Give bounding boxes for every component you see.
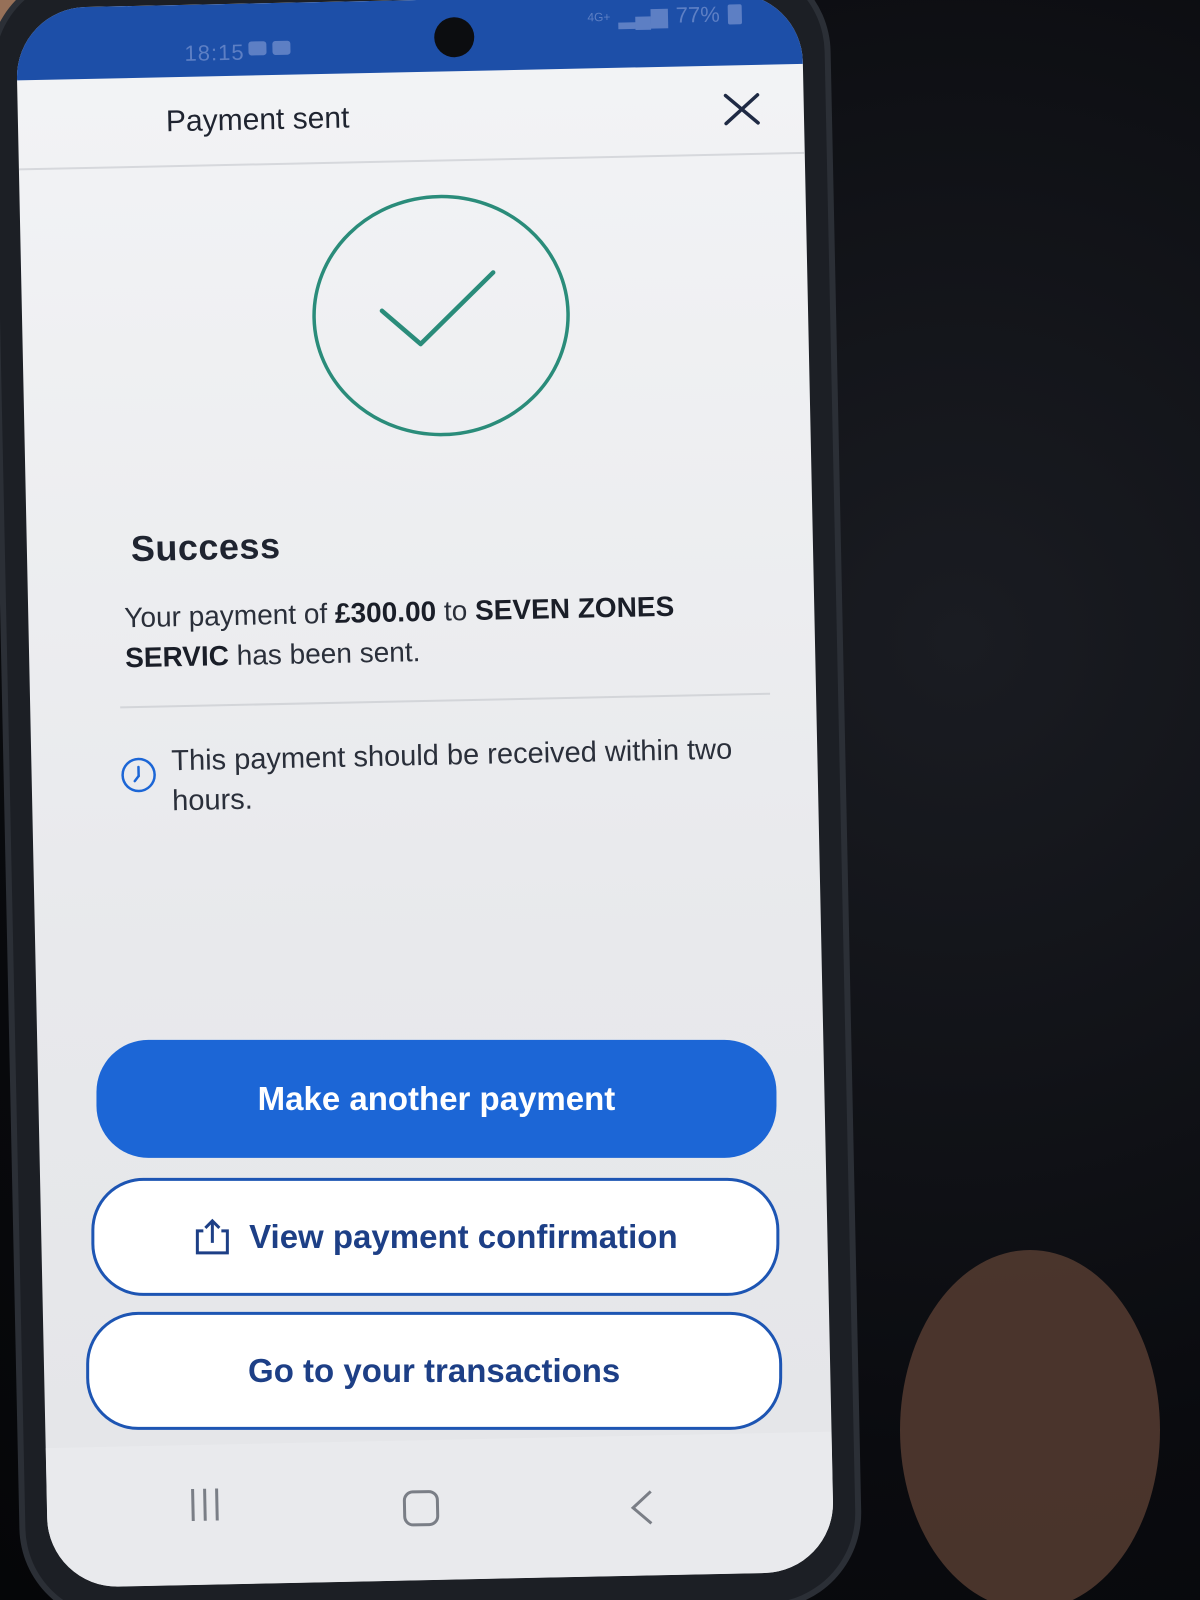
go-to-transactions-label: Go to your transactions: [248, 1351, 621, 1389]
payment-message: Your payment of £300.00 to SEVEN ZONES S…: [124, 584, 786, 678]
phone-screen: 18:15 4G+ ▂▄▆ 77% Payment sent Success Y…: [15, 0, 835, 1589]
message-suffix: has been sent.: [236, 636, 421, 671]
message-prefix: Your payment of: [124, 598, 328, 634]
status-time: 18:15: [184, 39, 245, 66]
home-icon[interactable]: [402, 1489, 440, 1527]
front-camera: [433, 16, 475, 58]
view-payment-confirmation-button[interactable]: View payment confirmation: [91, 1177, 780, 1296]
share-icon: [193, 1217, 231, 1257]
close-button[interactable]: [715, 83, 768, 136]
page-header: Payment sent: [17, 63, 805, 171]
view-payment-confirmation-label: View payment confirmation: [249, 1217, 678, 1255]
delivery-info-text: This payment should be received within t…: [171, 733, 733, 818]
notification-icon: [272, 40, 291, 56]
clock-icon: [119, 756, 158, 795]
success-heading: Success: [130, 524, 281, 570]
battery-percent: 77%: [675, 1, 721, 28]
system-nav-bar: [45, 1431, 835, 1589]
status-indicators: 4G+ ▂▄▆ 77%: [587, 1, 743, 30]
recent-apps-icon[interactable]: [187, 1484, 224, 1525]
hand-right: [900, 1250, 1160, 1600]
back-icon[interactable]: [627, 1487, 658, 1528]
make-another-payment-label: Make another payment: [257, 1079, 616, 1117]
battery-icon: [727, 4, 743, 25]
phone-device: 18:15 4G+ ▂▄▆ 77% Payment sent Success Y…: [0, 0, 858, 1600]
divider: [120, 692, 771, 709]
network-label: 4G+: [587, 9, 611, 25]
success-check-icon: [307, 189, 574, 442]
photo-scene: 18:15 4G+ ▂▄▆ 77% Payment sent Success Y…: [0, 0, 1200, 1600]
payment-amount: £300.00: [334, 595, 437, 629]
signal-icon: ▂▄▆: [618, 2, 669, 29]
page-title: Payment sent: [165, 101, 350, 139]
message-mid: to: [443, 595, 468, 627]
notification-icon: [248, 41, 267, 56]
close-icon: [723, 93, 760, 126]
go-to-transactions-button[interactable]: Go to your transactions: [86, 1311, 783, 1430]
info-row: This payment should be received within t…: [115, 729, 775, 817]
make-another-payment-button[interactable]: Make another payment: [96, 1039, 777, 1158]
